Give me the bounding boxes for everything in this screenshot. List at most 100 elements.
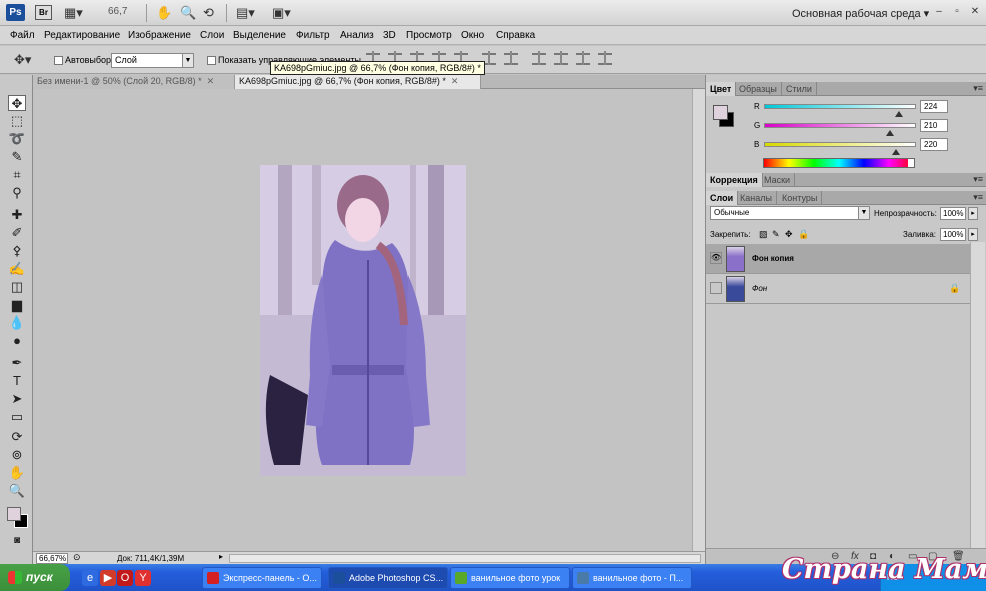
- distribute-left-icon[interactable]: [532, 51, 546, 65]
- channel-r-slider[interactable]: [764, 104, 916, 117]
- 3d-rotate-tool-icon[interactable]: ⟳: [8, 429, 26, 445]
- distribute-right-icon[interactable]: [576, 51, 590, 65]
- restore-button[interactable]: ▫: [950, 5, 964, 18]
- screen-mode-icon[interactable]: ▣▾: [272, 5, 291, 20]
- type-tool-icon[interactable]: T: [8, 373, 26, 389]
- pen-tool-icon[interactable]: ✒: [8, 355, 26, 371]
- slider-thumb[interactable]: [892, 149, 900, 155]
- workspace-switcher[interactable]: Основная рабочая среда ▾: [792, 7, 929, 20]
- show-transform-controls-checkbox[interactable]: [207, 56, 216, 65]
- foreground-color-swatch[interactable]: [7, 507, 21, 521]
- shape-tool-icon[interactable]: ▭: [8, 409, 26, 425]
- channel-g-slider[interactable]: [764, 123, 916, 136]
- eyedropper-tool-icon[interactable]: ⚲: [8, 185, 26, 201]
- menu-window[interactable]: Окно: [461, 30, 484, 41]
- document-image[interactable]: [260, 165, 466, 476]
- channel-g-value[interactable]: 210: [920, 119, 948, 132]
- zoom-tool-icon[interactable]: 🔍: [8, 483, 26, 499]
- clone-stamp-tool-icon[interactable]: ⚴: [8, 243, 26, 259]
- tab-layers[interactable]: Слои: [706, 191, 739, 205]
- panel-menu-icon[interactable]: ▾≡: [973, 192, 983, 203]
- tab-document-ka698[interactable]: KA698pGmiuc.jpg @ 66,7% (Фон копия, RGB/…: [235, 75, 481, 89]
- taskbar-task-button[interactable]: ванильное фото урок: [450, 567, 570, 589]
- horizontal-scrollbar[interactable]: [229, 554, 701, 563]
- arrange-documents-icon[interactable]: ▤▾: [236, 5, 255, 20]
- slider-thumb[interactable]: [895, 111, 903, 117]
- eraser-tool-icon[interactable]: ◫: [8, 279, 26, 295]
- tab-paths[interactable]: Контуры: [778, 191, 823, 205]
- history-brush-tool-icon[interactable]: ✍: [8, 261, 26, 277]
- close-icon[interactable]: ✕: [451, 76, 459, 86]
- spectrum-white-chip[interactable]: [908, 159, 914, 167]
- lock-all-icon[interactable]: 🔒: [798, 229, 809, 240]
- lock-transparency-icon[interactable]: ▧: [759, 229, 768, 240]
- hand-tool-icon[interactable]: ✋: [8, 465, 26, 481]
- hand-tool-icon[interactable]: ✋: [156, 5, 172, 20]
- channel-r-value[interactable]: 224: [920, 100, 948, 113]
- vertical-scrollbar[interactable]: [692, 89, 705, 551]
- tab-swatches[interactable]: Образцы: [735, 82, 782, 96]
- slider-thumb[interactable]: [886, 130, 894, 136]
- menu-layers[interactable]: Слои: [200, 30, 224, 41]
- path-selection-tool-icon[interactable]: ➤: [8, 391, 26, 407]
- opacity-field[interactable]: 100%: [940, 207, 966, 220]
- tab-styles[interactable]: Стили: [782, 82, 817, 96]
- view-extras-icon[interactable]: ▦▾: [64, 5, 83, 20]
- channel-b-value[interactable]: 220: [920, 138, 948, 151]
- autoselect-checkbox[interactable]: [54, 56, 63, 65]
- menu-view[interactable]: Просмотр: [406, 30, 452, 41]
- healing-brush-tool-icon[interactable]: ✚: [8, 207, 26, 223]
- tab-color[interactable]: Цвет: [706, 82, 737, 96]
- minimize-button[interactable]: –: [932, 5, 946, 18]
- blend-mode-select[interactable]: Обычные ▼: [710, 206, 870, 220]
- visibility-eye-icon[interactable]: [710, 282, 722, 294]
- auto-align-icon[interactable]: [598, 51, 612, 65]
- close-button[interactable]: ✕: [968, 5, 982, 18]
- menu-3d[interactable]: 3D: [383, 30, 396, 41]
- status-menu-arrow-icon[interactable]: ▸: [219, 552, 223, 561]
- channel-b-slider[interactable]: [764, 142, 916, 155]
- marquee-tool-icon[interactable]: ⬚: [8, 113, 26, 129]
- move-tool-preset-icon[interactable]: ✥▾: [14, 52, 31, 67]
- gradient-tool-icon[interactable]: ▆: [8, 297, 26, 313]
- lasso-tool-icon[interactable]: ➰: [8, 131, 26, 147]
- lock-position-icon[interactable]: ✥: [785, 229, 793, 240]
- panel-menu-icon[interactable]: ▾≡: [973, 174, 983, 185]
- dodge-tool-icon[interactable]: ●: [8, 333, 26, 349]
- taskbar-task-button[interactable]: Экспресс-панель - O...: [202, 567, 322, 589]
- quick-mask-icon[interactable]: ◙: [8, 533, 26, 549]
- media-player-icon[interactable]: ▶: [100, 570, 116, 586]
- bridge-launch-button[interactable]: Br: [35, 5, 52, 20]
- menu-image[interactable]: Изображение: [128, 30, 191, 41]
- 3d-orbit-tool-icon[interactable]: ⊚: [8, 447, 26, 463]
- distribute-center-icon[interactable]: [504, 51, 518, 65]
- start-button[interactable]: пуск: [0, 564, 70, 591]
- taskbar-task-button[interactable]: ванильное фото - П...: [572, 567, 692, 589]
- layer-row[interactable]: 👁 Фон копия: [706, 244, 970, 274]
- fill-field[interactable]: 100%: [940, 228, 966, 241]
- menu-analysis[interactable]: Анализ: [340, 30, 374, 41]
- tab-adjustments[interactable]: Коррекция: [706, 173, 763, 187]
- status-info-icon[interactable]: ⊙: [73, 552, 81, 563]
- zoom-tool-icon[interactable]: 🔍: [180, 5, 196, 20]
- quick-selection-tool-icon[interactable]: ✎: [8, 149, 26, 165]
- zoom-level-field[interactable]: 66,7: [108, 6, 127, 17]
- fill-slider-arrow-icon[interactable]: ▸: [968, 228, 978, 241]
- close-icon[interactable]: ✕: [207, 76, 215, 86]
- autoselect-target-select[interactable]: Слой ▼: [111, 53, 194, 68]
- layer-row[interactable]: Фон 🔒: [706, 274, 970, 304]
- tab-channels[interactable]: Каналы: [736, 191, 777, 205]
- menu-help[interactable]: Справка: [496, 30, 535, 41]
- distribute-horizontal-icon[interactable]: [554, 51, 568, 65]
- tab-document-untitled[interactable]: Без имени-1 @ 50% (Слой 20, RGB/8) * ✕: [33, 75, 235, 89]
- menu-filter[interactable]: Фильтр: [296, 30, 330, 41]
- opacity-slider-arrow-icon[interactable]: ▸: [968, 207, 978, 220]
- internet-explorer-icon[interactable]: e: [82, 570, 98, 586]
- color-panel-foreground-swatch[interactable]: [713, 105, 728, 120]
- menu-select[interactable]: Выделение: [233, 30, 286, 41]
- blur-tool-icon[interactable]: 💧: [8, 315, 26, 331]
- crop-tool-icon[interactable]: ⌗: [8, 167, 26, 183]
- yandex-browser-icon[interactable]: Y: [135, 570, 151, 586]
- menu-edit[interactable]: Редактирование: [44, 30, 120, 41]
- menu-file[interactable]: Файл: [10, 30, 35, 41]
